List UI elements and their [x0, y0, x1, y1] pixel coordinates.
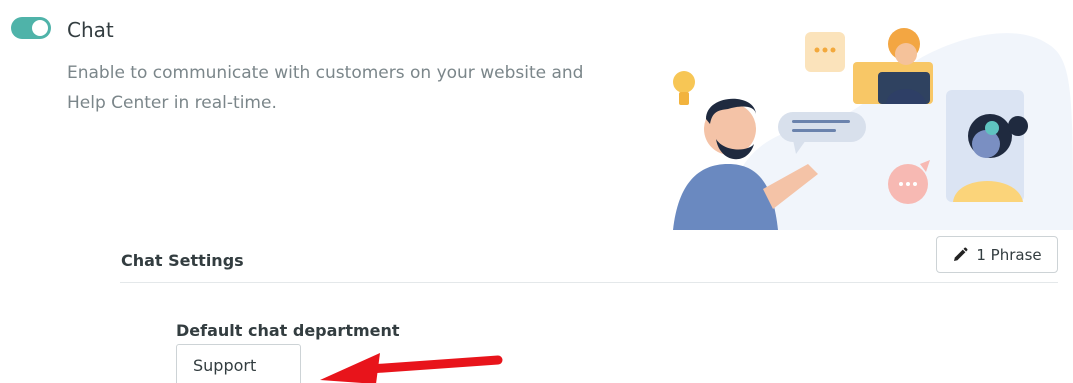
phrase-button[interactable]: 1 Phrase: [936, 236, 1058, 273]
toggle-knob: [32, 20, 48, 36]
chat-toggle[interactable]: [11, 17, 51, 39]
red-arrow-annotation: [320, 353, 503, 383]
chat-settings-page: Chat Enable to communicate with customer…: [0, 0, 1073, 383]
chat-settings-heading: Chat Settings: [121, 251, 244, 270]
chat-support-illustration: [673, 28, 1073, 230]
lightbulb-icon: [673, 71, 695, 105]
chat-description: Enable to communicate with customers on …: [67, 63, 584, 113]
default-department-label: Default chat department: [176, 321, 400, 340]
default-department-value: Support: [193, 356, 257, 375]
chat-title: Chat: [67, 18, 114, 42]
default-department-select[interactable]: Support: [176, 344, 301, 383]
pencil-icon: [954, 247, 968, 261]
phrase-button-label: 1 Phrase: [976, 245, 1042, 264]
section-divider: [120, 282, 1058, 283]
